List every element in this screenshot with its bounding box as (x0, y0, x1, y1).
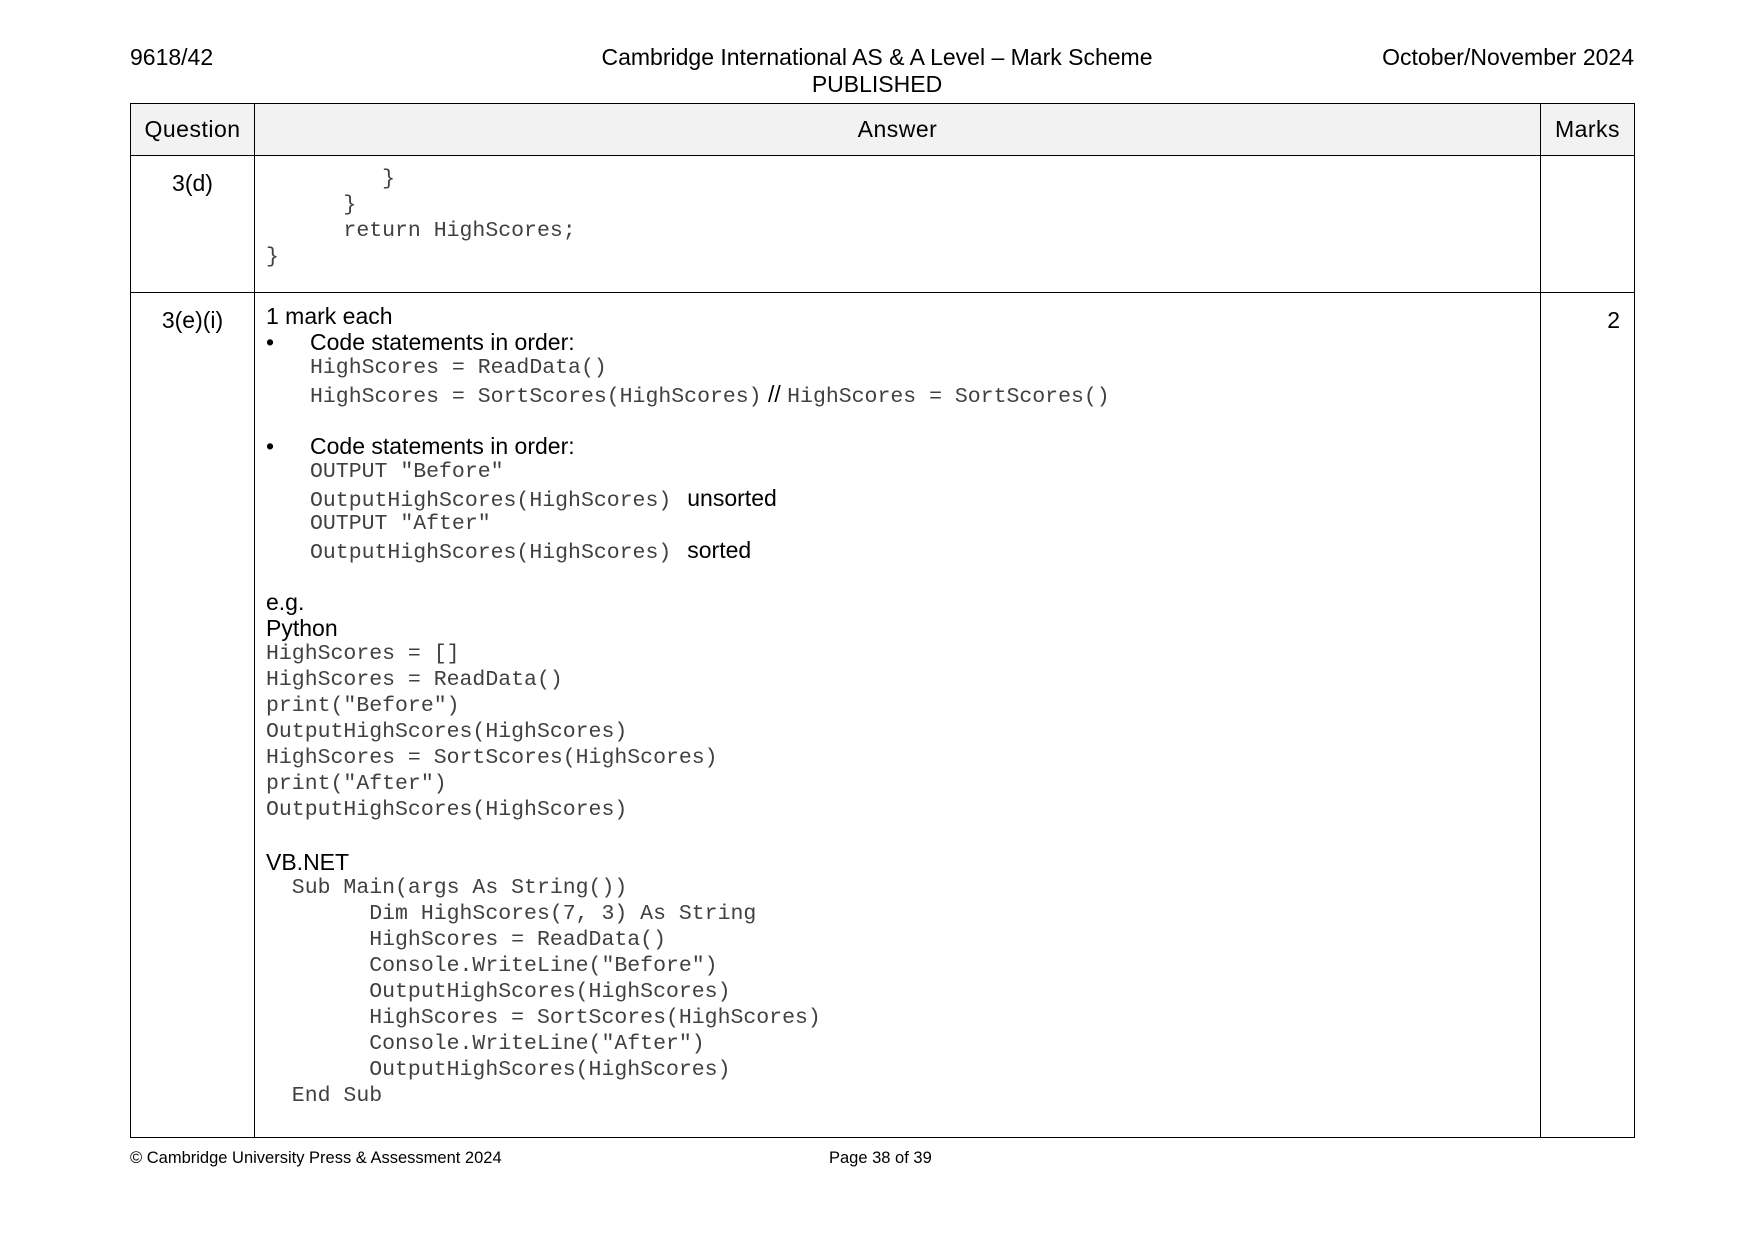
table-row: 3(d) } } return HighScores; } (130, 155, 1635, 293)
code-line: OutputHighScores(HighScores) (266, 798, 628, 822)
bullet-icon: • (266, 433, 275, 459)
bullet-text: Code statements in order: (310, 329, 575, 355)
table-row: 3(e)(i) 1 mark each • Code statements in… (130, 292, 1635, 1138)
code-line: HighScores = SortScores(HighScores) (266, 1006, 821, 1030)
question-number: 3(e)(i) (130, 292, 255, 1138)
code-line-with-alternative: HighScores = SortScores(HighScores) // H… (310, 381, 1110, 409)
code-line: Console.WriteLine("Before") (266, 954, 718, 978)
language-label-python: Python (266, 615, 338, 641)
marks-value (1540, 155, 1635, 293)
answer-cell: 1 mark each • Code statements in order: … (254, 292, 1541, 1138)
bullet-point: • Code statements in order: HighScores =… (266, 329, 1540, 409)
table-header-row: Question Answer Marks (130, 103, 1635, 156)
code-line: return HighScores; (266, 219, 576, 243)
subtitle-line: PUBLISHED (811, 71, 943, 97)
column-header-question: Question (130, 103, 255, 156)
column-header-answer: Answer (254, 103, 1541, 156)
code-line: } (266, 193, 357, 217)
code-line: OUTPUT "Before" (310, 460, 504, 484)
column-header-marks: Marks (1540, 103, 1635, 156)
bullet-icon: • (266, 329, 275, 355)
code-line: HighScores = ReadData() (266, 928, 666, 952)
mark-scheme-table: Question Answer Marks 3(d) } } return Hi… (130, 103, 1635, 1138)
code-line: Dim HighScores(7, 3) As String (266, 902, 757, 926)
bullet-point: • Code statements in order: OUTPUT "Befo… (266, 433, 1540, 565)
code-line: HighScores = [] (266, 642, 460, 666)
code-line: print("Before") (266, 694, 460, 718)
mark-allocation-note: 1 mark each (266, 303, 393, 329)
code-line: } (266, 245, 279, 269)
code-line: } (266, 167, 396, 191)
question-number: 3(d) (130, 155, 255, 293)
code-line: HighScores = ReadData() (310, 356, 607, 380)
code-line: OutputHighScores(HighScores) (266, 1058, 731, 1082)
code-line: Sub Main(args As String()) (266, 876, 628, 900)
exam-session: October/November 2024 (1382, 44, 1634, 70)
code-line: OUTPUT "After" (310, 512, 491, 536)
code-line: Console.WriteLine("After") (266, 1032, 705, 1056)
code-line: End Sub (266, 1084, 383, 1108)
marks-value: 2 (1540, 292, 1635, 1138)
code-line-with-note: OutputHighScores(HighScores) sorted (310, 537, 752, 565)
language-label-vbnet: VB.NET (266, 849, 350, 875)
code-line: print("After") (266, 772, 447, 796)
answer-cell: } } return HighScores; } (254, 155, 1541, 293)
copyright-notice: © Cambridge University Press & Assessmen… (130, 1149, 502, 1167)
code-line: HighScores = SortScores(HighScores) (266, 746, 718, 770)
code-line: OutputHighScores(HighScores) (266, 980, 731, 1004)
bullet-text: Code statements in order: (310, 433, 575, 459)
example-label: e.g. (266, 589, 305, 615)
code-line: OutputHighScores(HighScores) (266, 720, 628, 744)
page-number: Page 38 of 39 (829, 1149, 932, 1167)
code-line: HighScores = ReadData() (266, 668, 563, 692)
code-line-with-note: OutputHighScores(HighScores) unsorted (310, 485, 777, 513)
